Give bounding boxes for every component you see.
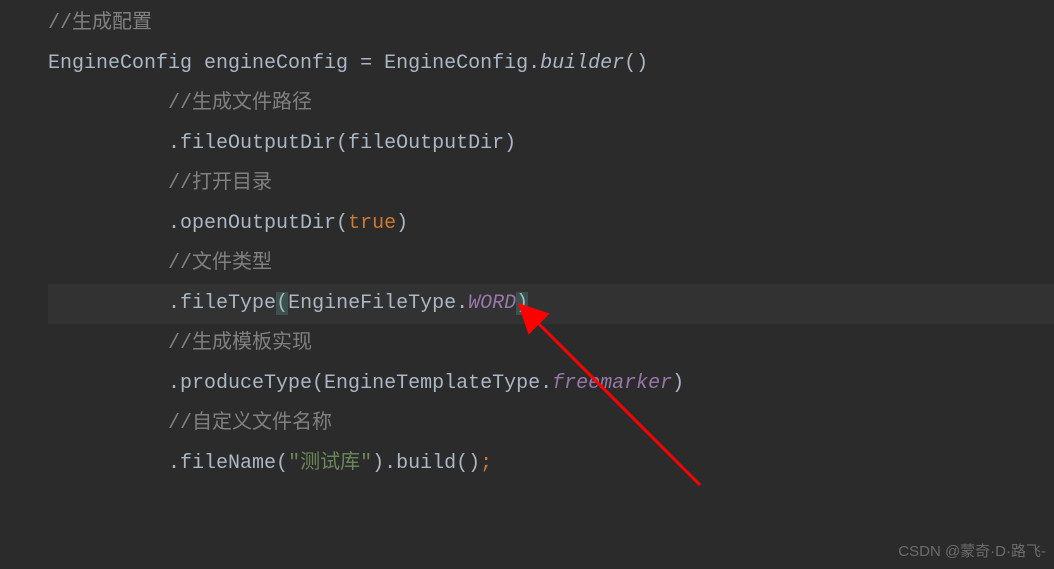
code-text: ).build() <box>372 452 480 475</box>
paren-match: ) <box>516 292 528 315</box>
string-literal: "测试库" <box>288 452 372 475</box>
code-text: .fileOutputDir(fileOutputDir) <box>168 132 516 155</box>
paren-match: ( <box>276 292 288 315</box>
code-line[interactable]: .openOutputDir(true) <box>48 204 1054 244</box>
code-line[interactable]: EngineConfig engineConfig = EngineConfig… <box>48 44 1054 84</box>
watermark: CSDN @蒙奇·D·路飞- <box>898 538 1046 565</box>
comment-text: //自定义文件名称 <box>168 412 332 435</box>
code-text: = <box>360 52 384 75</box>
code-editor[interactable]: //生成配置 EngineConfig engineConfig = Engin… <box>0 4 1054 484</box>
code-line[interactable]: //打开目录 <box>48 164 1054 204</box>
keyword-true: true <box>348 212 396 235</box>
code-text: EngineConfig. <box>384 52 540 75</box>
code-text: EngineFileType. <box>288 292 468 315</box>
code-text: .produceType(EngineTemplateType. <box>168 372 552 395</box>
code-line[interactable]: //生成模板实现 <box>48 324 1054 364</box>
comment-text: //生成文件路径 <box>168 92 312 115</box>
code-line[interactable]: //生成配置 <box>48 4 1054 44</box>
code-text: ) <box>672 372 684 395</box>
comment-text: //生成模板实现 <box>168 332 312 355</box>
code-text: .fileName( <box>168 452 288 475</box>
code-line[interactable]: //自定义文件名称 <box>48 404 1054 444</box>
code-line[interactable]: .fileOutputDir(fileOutputDir) <box>48 124 1054 164</box>
code-line[interactable]: //文件类型 <box>48 244 1054 284</box>
static-field: WORD <box>468 292 516 315</box>
code-text: () <box>624 52 648 75</box>
comment-text: //生成配置 <box>48 12 152 35</box>
code-text: ) <box>396 212 408 235</box>
semicolon: ; <box>480 452 492 475</box>
comment-text: //文件类型 <box>168 252 272 275</box>
code-line[interactable]: .fileName("测试库").build(); <box>48 444 1054 484</box>
code-text: EngineConfig engineConfig <box>48 52 360 75</box>
code-text: .fileType <box>168 292 276 315</box>
code-text: builder <box>540 52 624 75</box>
code-line-highlighted[interactable]: .fileType(EngineFileType.WORD) <box>48 284 1054 324</box>
comment-text: //打开目录 <box>168 172 272 195</box>
code-line[interactable]: //生成文件路径 <box>48 84 1054 124</box>
static-field: freemarker <box>552 372 672 395</box>
code-line[interactable]: .produceType(EngineTemplateType.freemark… <box>48 364 1054 404</box>
code-text: .openOutputDir( <box>168 212 348 235</box>
